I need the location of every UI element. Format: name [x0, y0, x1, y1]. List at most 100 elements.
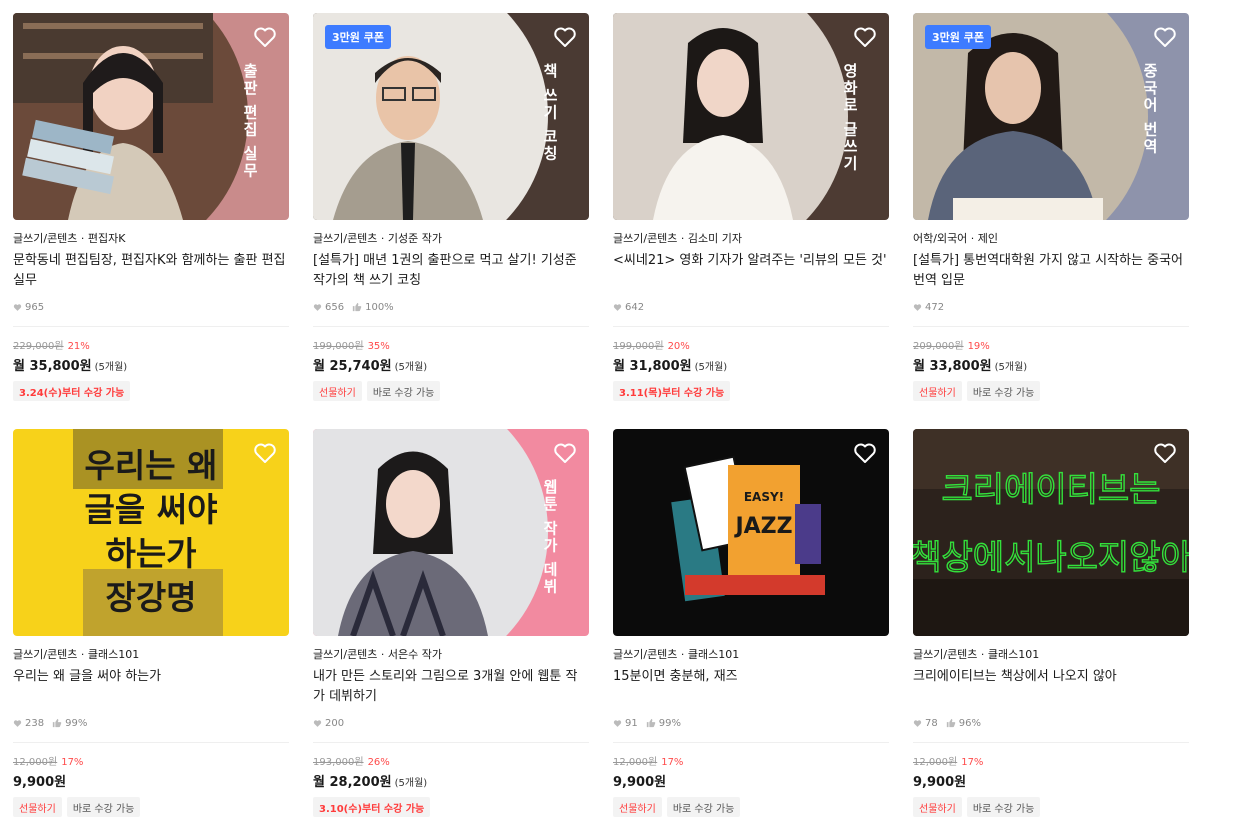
- thumbnail-caption: 책 쓰기 코칭: [541, 63, 559, 163]
- discount-rate: 17%: [61, 757, 84, 768]
- thumbnail-caption: 출판 편집 실무: [241, 63, 259, 180]
- course-thumbnail[interactable]: 출판 편집 실무: [13, 13, 289, 220]
- course-card[interactable]: 영화로 글쓰기 글쓰기/콘텐츠 · 김소미 기자 <씨네21> 영화 기자가 알…: [613, 13, 889, 401]
- thumbnail-caption: 중국어 번역: [1141, 63, 1159, 156]
- thumbnail-caption: 영화로 글쓰기: [841, 63, 859, 173]
- course-title[interactable]: 크리에이티브는 책상에서 나오지 않아: [913, 667, 1189, 707]
- course-thumbnail[interactable]: 3만원 쿠폰 책 쓰기 코칭: [313, 13, 589, 220]
- original-price: 199,000원: [613, 341, 664, 352]
- heart-icon[interactable]: [553, 25, 577, 49]
- course-card[interactable]: EASY! JAZZ 글쓰기/콘텐츠 · 클래스101 15분이면 충분해, 재…: [613, 429, 889, 817]
- rating-percent: 99%: [65, 717, 88, 729]
- original-price-row: 229,000원 21%: [13, 337, 289, 352]
- coupon-badge: 3만원 쿠폰: [925, 25, 991, 49]
- course-card[interactable]: 3만원 쿠폰 중국어 번역 어학/외국어 · 제인 [설특가] 통번역대학원 가…: [913, 13, 1189, 401]
- gift-badge[interactable]: 선물하기: [13, 797, 62, 817]
- rating-percent: 100%: [365, 301, 394, 313]
- course-stats: 656 100%: [313, 300, 589, 314]
- course-title[interactable]: 문학동네 편집팀장, 편집자K와 함께하는 출판 편집 실무: [13, 251, 289, 291]
- original-price: 209,000원: [913, 341, 964, 352]
- price: 월 25,740원: [313, 359, 392, 374]
- divider: [13, 326, 289, 327]
- discount-rate: 17%: [961, 757, 984, 768]
- price-row: 월 33,800원 (5개월): [913, 355, 1189, 374]
- original-price-row: 12,000원 17%: [913, 753, 1189, 768]
- badge-row: 3.11(목)부터 수강 가능: [613, 381, 889, 401]
- start-date-badge: 3.11(목)부터 수강 가능: [613, 381, 731, 401]
- heart-count-icon: [13, 719, 22, 727]
- course-title[interactable]: [설특가] 통번역대학원 가지 않고 시작하는 중국어 번역 입문: [913, 251, 1189, 291]
- svg-text:우리는 왜: 우리는 왜: [85, 446, 218, 485]
- like-count: 656: [325, 301, 345, 313]
- installment-months: (5개월): [94, 362, 128, 373]
- price-row: 9,900원: [913, 771, 1189, 790]
- divider: [313, 326, 589, 327]
- original-price: 193,000원: [313, 757, 364, 768]
- gift-badge[interactable]: 선물하기: [613, 797, 662, 817]
- course-card[interactable]: 크리에이티브는 책상에서나오지않아 글쓰기/콘텐츠 · 클래스101 크리에이티…: [913, 429, 1189, 817]
- course-title[interactable]: [설특가] 매년 1권의 출판으로 먹고 살기! 기성준 작가의 책 쓰기 코칭: [313, 251, 589, 291]
- course-category: 글쓰기/콘텐츠 · 클래스101: [13, 648, 140, 661]
- start-date-badge: 3.24(수)부터 수강 가능: [13, 381, 131, 401]
- course-stats: 642: [613, 300, 889, 314]
- discount-rate: 17%: [661, 757, 684, 768]
- heart-count-icon: [313, 303, 322, 311]
- installment-months: (5개월): [994, 362, 1028, 373]
- course-thumbnail[interactable]: 3만원 쿠폰 중국어 번역: [913, 13, 1189, 220]
- thumbnail-caption: 웹툰 작가 데뷔: [541, 479, 559, 596]
- heart-icon[interactable]: [253, 441, 277, 465]
- svg-text:JAZZ: JAZZ: [733, 514, 792, 539]
- course-stats: 965: [13, 300, 289, 314]
- heart-count-icon: [913, 303, 922, 311]
- course-category: 글쓰기/콘텐츠 · 김소미 기자: [613, 232, 743, 245]
- price: 월 31,800원: [613, 359, 692, 374]
- course-thumbnail[interactable]: 우리는 왜 글을 써야 하는가 장강명: [13, 429, 289, 636]
- original-price: 12,000원: [13, 757, 58, 768]
- like-count: 642: [625, 301, 645, 313]
- course-card[interactable]: 웹툰 작가 데뷔 글쓰기/콘텐츠 · 서은수 작가 내가 만든 스토리와 그림으…: [313, 429, 589, 817]
- gift-badge[interactable]: 선물하기: [913, 381, 962, 401]
- thumbs-up-icon: [646, 718, 656, 728]
- course-card[interactable]: 3만원 쿠폰 책 쓰기 코칭 글쓰기/콘텐츠 · 기성준 작가 [설특가] 매년…: [313, 13, 589, 401]
- price: 9,900원: [613, 775, 667, 790]
- svg-text:장강명: 장강명: [105, 578, 196, 617]
- available-now-badge: 바로 수강 가능: [966, 381, 1041, 401]
- price: 월 35,800원: [13, 359, 92, 374]
- original-price-row: 12,000원 17%: [613, 753, 889, 768]
- course-thumbnail[interactable]: 영화로 글쓰기: [613, 13, 889, 220]
- price: 월 33,800원: [913, 359, 992, 374]
- course-card[interactable]: 우리는 왜 글을 써야 하는가 장강명 글쓰기/콘텐츠 · 클래스101 우리는…: [13, 429, 289, 817]
- course-title[interactable]: 우리는 왜 글을 써야 하는가: [13, 667, 289, 707]
- heart-icon[interactable]: [1153, 441, 1177, 465]
- heart-icon[interactable]: [553, 441, 577, 465]
- like-count: 78: [925, 717, 938, 729]
- divider: [913, 326, 1189, 327]
- svg-text:크리에이티브는: 크리에이티브는: [942, 470, 1161, 510]
- gift-badge[interactable]: 선물하기: [913, 797, 962, 817]
- course-category: 글쓰기/콘텐츠 · 서은수 작가: [313, 648, 443, 661]
- course-title[interactable]: 내가 만든 스토리와 그림으로 3개월 안에 웹툰 작가 데뷔하기: [313, 667, 589, 707]
- available-now-badge: 바로 수강 가능: [666, 797, 741, 817]
- heart-count-icon: [613, 303, 622, 311]
- svg-text:하는가: 하는가: [105, 534, 196, 573]
- badge-row: 선물하기 바로 수강 가능: [913, 797, 1189, 817]
- like-count: 91: [625, 717, 638, 729]
- available-now-badge: 바로 수강 가능: [966, 797, 1041, 817]
- heart-icon[interactable]: [1153, 25, 1177, 49]
- svg-text:책상에서나오지않아: 책상에서나오지않아: [913, 538, 1189, 578]
- original-price-row: 193,000원 26%: [313, 753, 589, 768]
- discount-rate: 20%: [667, 341, 690, 352]
- course-thumbnail[interactable]: 크리에이티브는 책상에서나오지않아: [913, 429, 1189, 636]
- heart-icon[interactable]: [253, 25, 277, 49]
- course-title[interactable]: 15분이면 충분해, 재즈: [613, 667, 889, 707]
- original-price-row: 199,000원 20%: [613, 337, 889, 352]
- gift-badge[interactable]: 선물하기: [313, 381, 362, 401]
- course-title[interactable]: <씨네21> 영화 기자가 알려주는 '리뷰의 모든 것': [613, 251, 889, 291]
- price: 9,900원: [13, 775, 67, 790]
- course-thumbnail[interactable]: 웹툰 작가 데뷔: [313, 429, 589, 636]
- course-thumbnail[interactable]: EASY! JAZZ: [613, 429, 889, 636]
- course-card[interactable]: 출판 편집 실무 글쓰기/콘텐츠 · 편집자K 문학동네 편집팀장, 편집자K와…: [13, 13, 289, 401]
- course-category: 어학/외국어 · 제인: [913, 232, 999, 245]
- heart-icon[interactable]: [853, 441, 877, 465]
- heart-icon[interactable]: [853, 25, 877, 49]
